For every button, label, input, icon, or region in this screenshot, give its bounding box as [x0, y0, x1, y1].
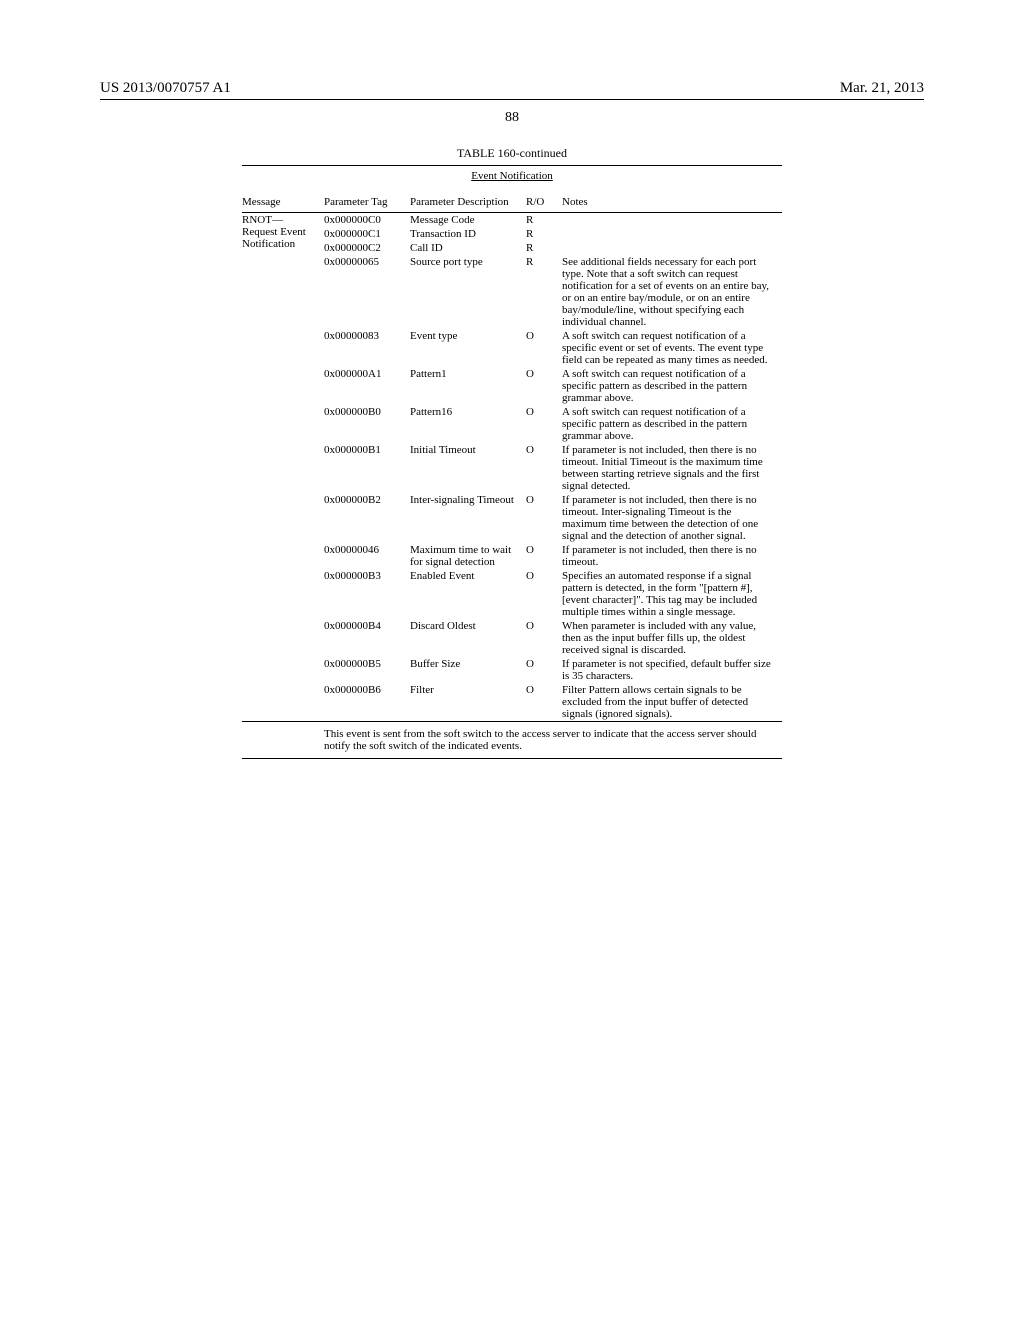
ro-cell: R: [526, 213, 562, 227]
ro-cell: O: [526, 657, 562, 683]
tag-cell: 0x000000A1: [324, 367, 410, 405]
table-row: RNOT—Request Event Notification 0x000000…: [242, 213, 782, 227]
ro-cell: O: [526, 443, 562, 493]
ro-cell: R: [526, 241, 562, 255]
notes-cell: [562, 213, 782, 227]
publication-date: Mar. 21, 2013: [840, 80, 924, 97]
desc-cell: Buffer Size: [410, 657, 526, 683]
table-footnote: This event is sent from the soft switch …: [324, 722, 782, 758]
tag-cell: 0x000000C0: [324, 213, 410, 227]
notes-cell: See additional fields necessary for each…: [562, 255, 782, 329]
page: US 2013/0070757 A1 Mar. 21, 2013 88 TABL…: [0, 0, 1024, 1320]
col-header-tag: Parameter Tag: [324, 192, 410, 213]
tag-cell: 0x00000046: [324, 543, 410, 569]
page-number: 88: [100, 110, 924, 126]
ro-cell: O: [526, 683, 562, 722]
notes-cell: Specifies an automated response if a sig…: [562, 569, 782, 619]
desc-cell: Event type: [410, 329, 526, 367]
tag-cell: 0x000000C1: [324, 227, 410, 241]
ro-cell: O: [526, 329, 562, 367]
desc-cell: Enabled Event: [410, 569, 526, 619]
table-wrapper: TABLE 160-continued Event Notification M…: [242, 146, 782, 759]
col-header-notes: Notes: [562, 192, 782, 213]
event-notification-table: Event Notification Message Parameter Tag…: [242, 165, 782, 759]
ro-cell: O: [526, 493, 562, 543]
desc-cell: Filter: [410, 683, 526, 722]
tag-cell: 0x000000B3: [324, 569, 410, 619]
desc-cell: Initial Timeout: [410, 443, 526, 493]
desc-cell: Inter-signaling Timeout: [410, 493, 526, 543]
ro-cell: O: [526, 569, 562, 619]
table-section-title: Event Notification: [242, 166, 782, 192]
col-header-desc: Parameter Description: [410, 192, 526, 213]
desc-cell: Pattern16: [410, 405, 526, 443]
ro-cell: R: [526, 255, 562, 329]
notes-cell: A soft switch can request notification o…: [562, 367, 782, 405]
ro-cell: O: [526, 367, 562, 405]
notes-cell: When parameter is included with any valu…: [562, 619, 782, 657]
notes-cell: If parameter is not included, then there…: [562, 543, 782, 569]
tag-cell: 0x000000B6: [324, 683, 410, 722]
notes-cell: If parameter is not included, then there…: [562, 443, 782, 493]
ro-cell: O: [526, 543, 562, 569]
desc-cell: Transaction ID: [410, 227, 526, 241]
page-header: US 2013/0070757 A1 Mar. 21, 2013: [100, 80, 924, 100]
desc-cell: Message Code: [410, 213, 526, 227]
desc-cell: Pattern1: [410, 367, 526, 405]
tag-cell: 0x000000B4: [324, 619, 410, 657]
table-title: TABLE 160-continued: [242, 146, 782, 161]
notes-cell: Filter Pattern allows certain signals to…: [562, 683, 782, 722]
notes-cell: A soft switch can request notification o…: [562, 405, 782, 443]
ro-cell: R: [526, 227, 562, 241]
tag-cell: 0x000000B2: [324, 493, 410, 543]
notes-cell: [562, 227, 782, 241]
tag-cell: 0x000000C2: [324, 241, 410, 255]
tag-cell: 0x00000083: [324, 329, 410, 367]
desc-cell: Maximum time to wait for signal detectio…: [410, 543, 526, 569]
message-cell: RNOT—Request Event Notification: [242, 213, 324, 722]
desc-cell: Source port type: [410, 255, 526, 329]
notes-cell: If parameter is not included, then there…: [562, 493, 782, 543]
publication-number: US 2013/0070757 A1: [100, 80, 231, 97]
ro-cell: O: [526, 619, 562, 657]
col-header-ro: R/O: [526, 192, 562, 213]
notes-cell: A soft switch can request notification o…: [562, 329, 782, 367]
ro-cell: O: [526, 405, 562, 443]
notes-cell: If parameter is not specified, default b…: [562, 657, 782, 683]
col-header-message: Message: [242, 192, 324, 213]
tag-cell: 0x000000B0: [324, 405, 410, 443]
tag-cell: 0x000000B5: [324, 657, 410, 683]
tag-cell: 0x00000065: [324, 255, 410, 329]
tag-cell: 0x000000B1: [324, 443, 410, 493]
desc-cell: Call ID: [410, 241, 526, 255]
desc-cell: Discard Oldest: [410, 619, 526, 657]
notes-cell: [562, 241, 782, 255]
